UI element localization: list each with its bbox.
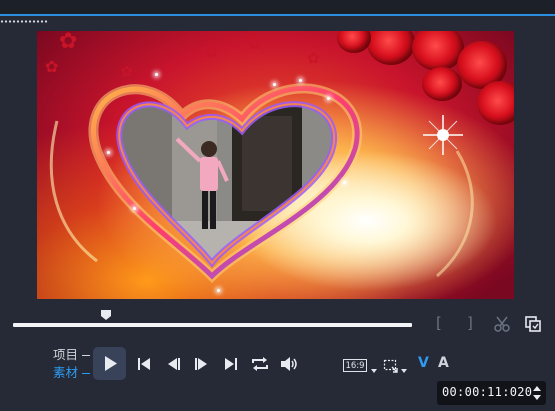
drag-grip[interactable]: [0, 20, 48, 23]
lens-flare-icon: [423, 115, 463, 155]
copy-frame-icon[interactable]: [524, 315, 542, 333]
spin-up-icon: [533, 386, 541, 391]
repeat-button[interactable]: [250, 355, 270, 373]
project-mode-label: 项目: [53, 347, 79, 362]
timecode-value: 00:00:11:020: [442, 385, 533, 399]
previous-frame-button[interactable]: [165, 355, 183, 373]
clip-mode-label: 素材: [53, 365, 79, 380]
go-to-start-button[interactable]: [135, 355, 153, 373]
sparkle: [343, 181, 346, 184]
volume-button[interactable]: [279, 355, 299, 373]
mark-out-button[interactable]: ]: [467, 314, 473, 332]
next-frame-button[interactable]: [192, 355, 210, 373]
sparkle: [107, 151, 110, 154]
heart-frame: [49, 83, 474, 284]
sparkle: [327, 97, 330, 100]
sparkle: [155, 73, 158, 76]
aspect-ratio-button[interactable]: 16:9: [343, 359, 367, 372]
mode-switch: 项目 素材: [53, 346, 90, 382]
top-toolbar: [0, 0, 555, 16]
scrubber-handle[interactable]: [100, 309, 112, 321]
sparkle: [133, 207, 136, 210]
spin-down-icon: [533, 395, 541, 400]
video-track-toggle[interactable]: V: [418, 355, 429, 371]
play-button[interactable]: [93, 347, 126, 380]
scissors-icon[interactable]: [493, 315, 511, 333]
clip-mode-option[interactable]: 素材: [53, 364, 90, 382]
sparkle: [217, 289, 220, 292]
go-to-end-button[interactable]: [222, 355, 240, 373]
crop-resize-icon[interactable]: [383, 359, 399, 375]
play-icon: [105, 356, 117, 371]
mark-in-button[interactable]: [: [436, 314, 442, 332]
sparkle: [299, 79, 302, 82]
timecode-spinner[interactable]: [532, 384, 542, 402]
video-preview[interactable]: ✿ ✿ ✿ ✿ ✿ ✿: [37, 31, 514, 299]
crop-dropdown-icon[interactable]: [401, 369, 407, 373]
sparkle: [273, 83, 276, 86]
aspect-ratio-dropdown-icon[interactable]: [371, 369, 377, 373]
timecode-field[interactable]: 00:00:11:020: [437, 381, 546, 405]
timeline-bar[interactable]: [13, 323, 412, 327]
project-mode-option[interactable]: 项目: [53, 346, 90, 364]
audio-track-toggle[interactable]: A: [438, 355, 449, 371]
